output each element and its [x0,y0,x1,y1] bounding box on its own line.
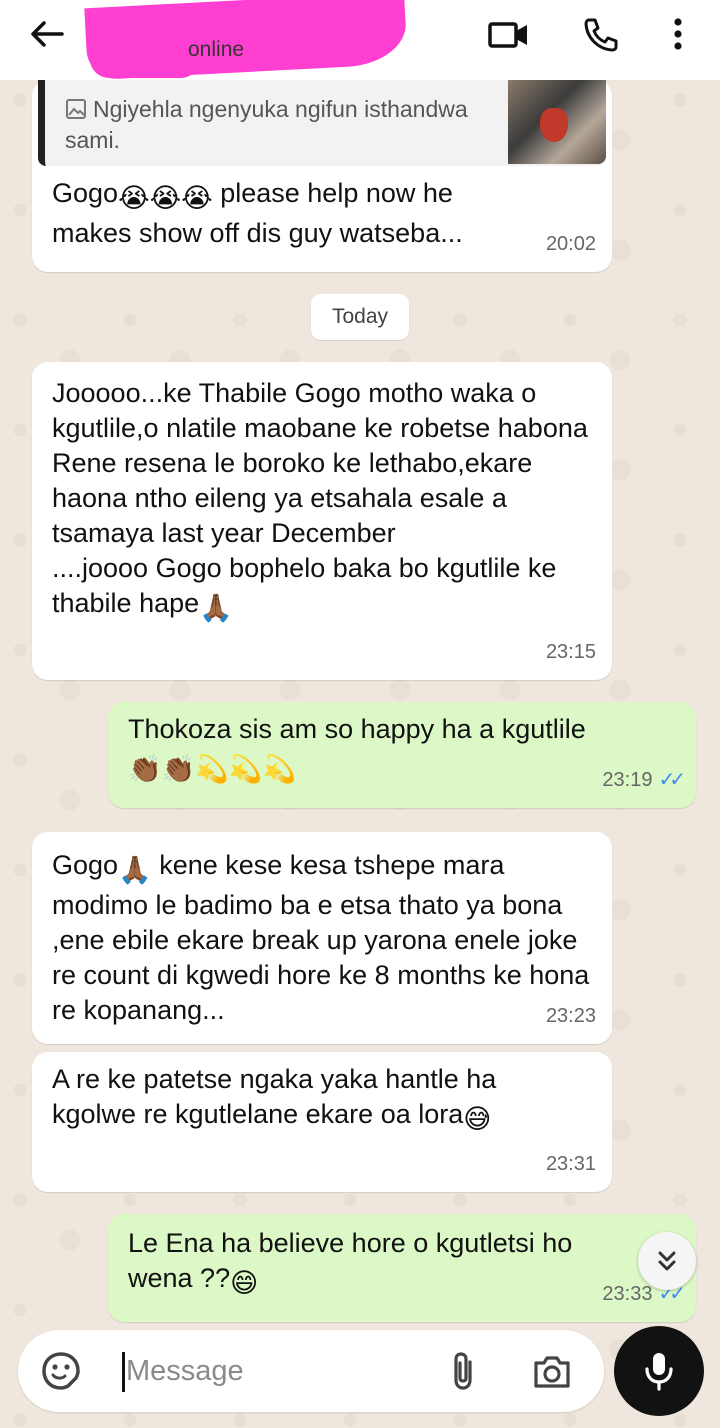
quoted-image-thumbnail[interactable] [508,80,606,164]
grinning-sweat-emoji: 😅 [463,1104,492,1134]
message-text: A re ke patetse ngaka yaka hantle ha kgo… [52,1062,552,1137]
more-options-icon [674,18,682,50]
clapping-sparkle-emoji: 👏🏾👏🏾💫💫💫 [128,754,297,784]
photo-icon [65,98,87,120]
message-bubble-incoming[interactable]: Ngiyehla ngenyuka ngifun isthandwa sami.… [32,80,612,272]
chat-header: online [0,0,720,81]
message-text: Le Ena ha believe hore o kgutletsi ho we… [128,1226,628,1301]
camera-button[interactable] [530,1350,574,1392]
message-text: Gogo🙏🏾 kene kese kesa tshepe mara modimo… [52,850,590,1025]
camera-icon [534,1356,570,1388]
voice-message-button[interactable] [614,1326,704,1416]
message-time: 23:23 [545,1005,596,1027]
message-time: 23:19 ✓✓ [602,769,685,791]
attach-button[interactable] [446,1348,480,1394]
grinning-emoji: 😄 [230,1268,259,1298]
voice-call-icon [584,18,618,52]
more-options-button[interactable] [656,14,700,54]
message-input[interactable] [126,1346,426,1396]
message-bubble-incoming[interactable]: Jooooo...ke Thabile Gogo motho waka o kg… [32,362,612,680]
scroll-to-bottom-button[interactable] [638,1232,696,1290]
read-receipt-icon: ✓✓ [658,769,685,791]
mic-icon [645,1353,673,1391]
video-call-icon [488,22,527,48]
emoji-button[interactable] [40,1350,82,1392]
message-bubble-incoming[interactable]: A re ke patetse ngaka yaka hantle ha kgo… [32,1052,612,1192]
praying-hands-emoji: 🙏🏾 [199,593,233,623]
message-bubble-outgoing[interactable]: Le Ena ha believe hore o kgutletsi ho we… [108,1214,696,1322]
message-text: Thokoza sis am so happy ha a kgutlile 👏🏾… [128,712,676,787]
message-time: 23:31 [545,1153,596,1175]
back-arrow-icon [31,21,64,47]
message-time: 20:02 [545,233,596,255]
message-bubble-outgoing[interactable]: Thokoza sis am so happy ha a kgutlile 👏🏾… [108,702,696,808]
crying-emoji: 😭😭😭 [118,183,213,213]
message-text: Gogo😭😭😭 please help now he makes show of… [52,178,463,248]
message-composer [18,1330,604,1412]
message-list[interactable]: Ngiyehla ngenyuka ngifun isthandwa sami.… [0,80,720,1322]
voice-call-button[interactable] [578,14,622,54]
quoted-message[interactable]: Ngiyehla ngenyuka ngifun isthandwa sami. [38,80,606,166]
message-time: 23:15 [545,641,596,663]
contact-status: online [188,38,245,61]
emoji-icon [42,1352,80,1390]
quoted-message-text: Ngiyehla ngenyuka ngifun isthandwa sami. [65,96,468,153]
double-chevron-down-icon [658,1251,676,1271]
back-button[interactable] [22,14,72,54]
message-text: Jooooo...ke Thabile Gogo motho waka o kg… [52,376,592,626]
praying-hands-emoji: 🙏🏾 [118,855,152,885]
message-bubble-incoming[interactable]: Gogo🙏🏾 kene kese kesa tshepe mara modimo… [32,832,612,1044]
attach-icon [454,1352,472,1390]
redacted-avatar[interactable] [90,40,200,78]
date-divider: Today [311,294,409,340]
text-cursor [122,1352,125,1392]
video-call-button[interactable] [487,14,531,54]
